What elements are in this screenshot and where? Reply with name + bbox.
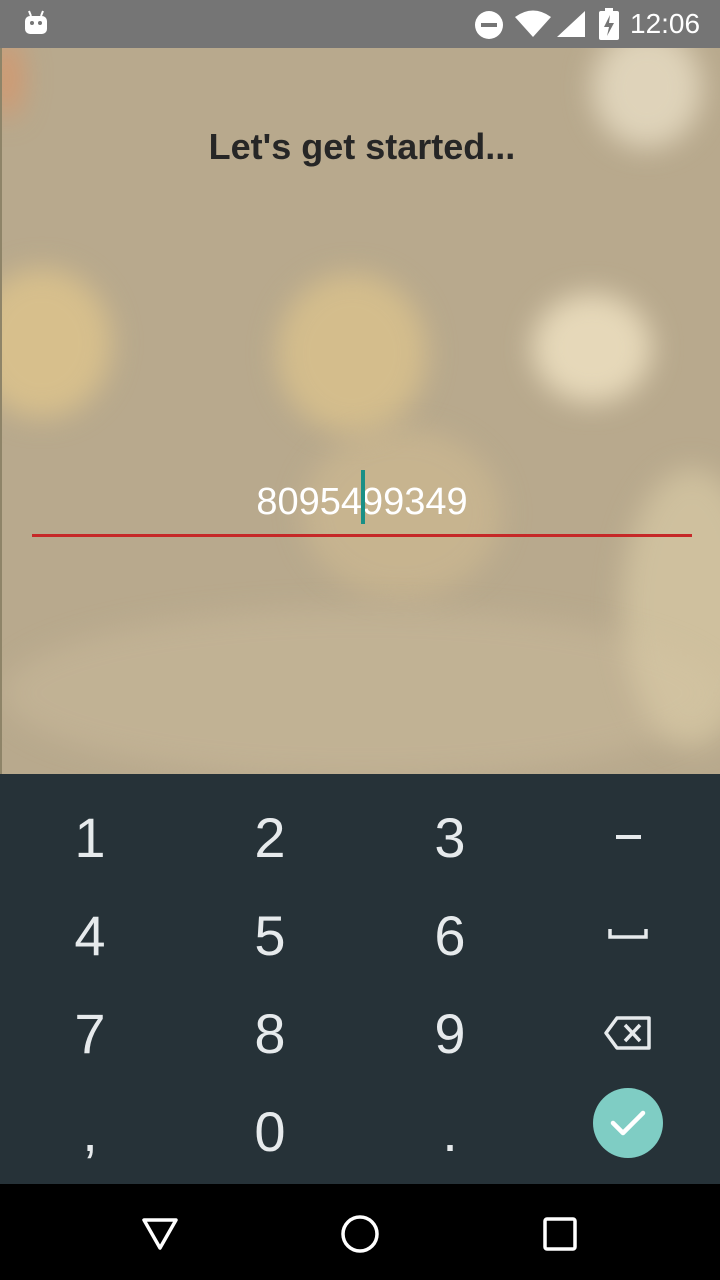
do-not-disturb-icon [475, 11, 503, 39]
key-dash[interactable] [538, 788, 718, 886]
key-backspace[interactable] [538, 984, 718, 1082]
key-space[interactable] [538, 886, 718, 984]
back-icon[interactable] [138, 1212, 182, 1256]
backspace-icon [604, 1016, 651, 1050]
android-icon [25, 10, 47, 34]
cell-signal-icon [557, 11, 585, 37]
checkmark-icon [610, 1110, 646, 1136]
key-3[interactable]: 3 [360, 788, 540, 886]
navigation-bar [0, 1184, 720, 1280]
page-title: Let's get started... [208, 126, 516, 167]
key-1[interactable]: 1 [0, 788, 180, 886]
background-bokeh [277, 273, 427, 433]
background-bokeh [2, 268, 112, 418]
key-4[interactable]: 4 [0, 886, 180, 984]
recents-icon[interactable] [538, 1212, 582, 1256]
numeric-keyboard: 1 2 3 4 5 6 7 8 9 , 0 . [0, 774, 720, 1184]
background-bokeh [2, 48, 22, 118]
space-icon [608, 929, 648, 939]
wifi-icon [515, 10, 551, 37]
text-cursor [361, 470, 365, 524]
status-bar: 12:06 [0, 0, 720, 48]
key-8[interactable]: 8 [180, 984, 360, 1082]
dash-icon [616, 835, 641, 839]
key-7[interactable]: 7 [0, 984, 180, 1082]
background-bokeh [2, 608, 720, 774]
key-5[interactable]: 5 [180, 886, 360, 984]
key-0[interactable]: 0 [180, 1082, 360, 1180]
status-clock: 12:06 [630, 8, 701, 39]
key-9[interactable]: 9 [360, 984, 540, 1082]
input-underline [32, 534, 692, 537]
key-6[interactable]: 6 [360, 886, 540, 984]
key-period[interactable]: . [360, 1082, 540, 1180]
home-icon[interactable] [338, 1212, 382, 1256]
main-content: Let's get started... [0, 48, 720, 774]
done-button[interactable] [593, 1088, 663, 1158]
key-comma[interactable]: , [0, 1082, 180, 1180]
key-2[interactable]: 2 [180, 788, 360, 886]
key-done[interactable] [538, 1074, 718, 1172]
background-bokeh [532, 293, 652, 403]
battery-charging-icon [599, 8, 619, 40]
